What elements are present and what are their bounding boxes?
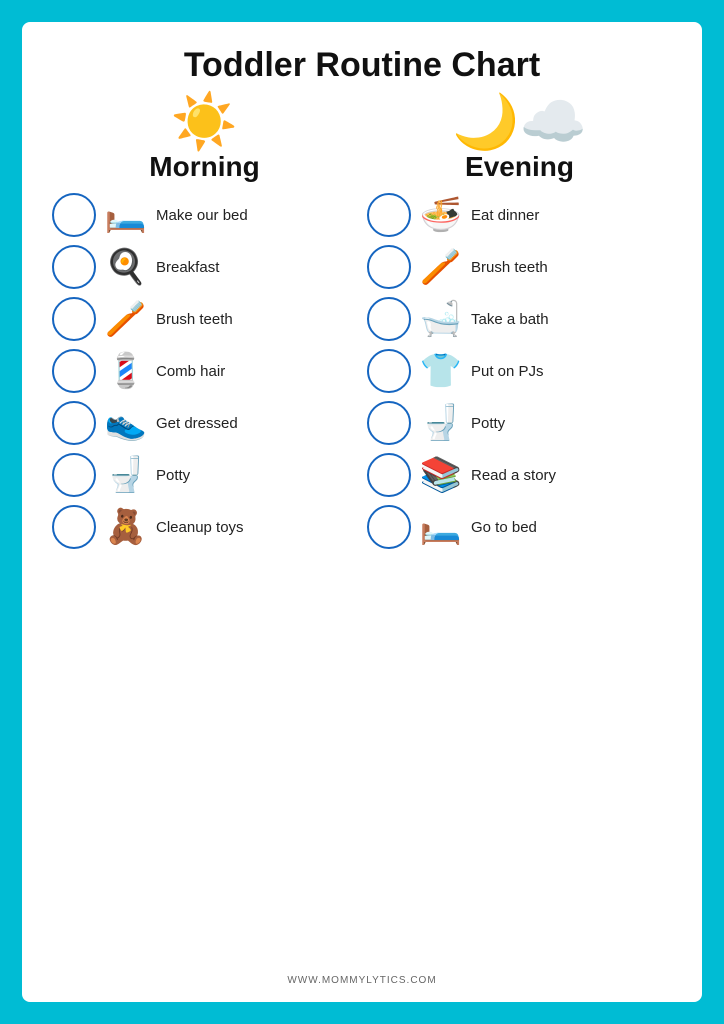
evening-task-icon-4: 🚽 bbox=[417, 403, 465, 443]
evening-task-label-1: Brush teeth bbox=[471, 259, 548, 276]
evening-task-icon-6: 🛏️ bbox=[417, 507, 465, 547]
evening-checkbox-2[interactable] bbox=[367, 297, 411, 341]
evening-task-icon-2: 🛁 bbox=[417, 299, 465, 339]
morning-checkbox-3[interactable] bbox=[52, 349, 96, 393]
page: Toddler Routine Chart ☀️ Morning 🛏️ Make… bbox=[22, 22, 702, 1002]
morning-column: ☀️ Morning 🛏️ Make our bed 🍳 Breakfast 🪥… bbox=[52, 95, 357, 971]
morning-task-label-4: Get dressed bbox=[156, 415, 238, 432]
evening-checkbox-6[interactable] bbox=[367, 505, 411, 549]
evening-checkbox-4[interactable] bbox=[367, 401, 411, 445]
evening-task-item: 📚 Read a story bbox=[367, 451, 672, 499]
evening-task-label-4: Potty bbox=[471, 415, 505, 432]
morning-checkbox-2[interactable] bbox=[52, 297, 96, 341]
evening-task-label-3: Put on PJs bbox=[471, 363, 544, 380]
morning-checkbox-4[interactable] bbox=[52, 401, 96, 445]
morning-task-item: 🧸 Cleanup toys bbox=[52, 503, 357, 551]
moon-icon: 🌙☁️ bbox=[452, 95, 586, 149]
evening-task-icon-3: 👕 bbox=[417, 351, 465, 391]
morning-checkbox-5[interactable] bbox=[52, 453, 96, 497]
morning-task-label-0: Make our bed bbox=[156, 207, 248, 224]
morning-task-label-2: Brush teeth bbox=[156, 311, 233, 328]
morning-task-item: 💈 Comb hair bbox=[52, 347, 357, 395]
morning-checkbox-1[interactable] bbox=[52, 245, 96, 289]
morning-task-list: 🛏️ Make our bed 🍳 Breakfast 🪥 Brush teet… bbox=[52, 191, 357, 551]
morning-task-label-3: Comb hair bbox=[156, 363, 225, 380]
morning-checkbox-0[interactable] bbox=[52, 193, 96, 237]
morning-task-item: 🛏️ Make our bed bbox=[52, 191, 357, 239]
columns: ☀️ Morning 🛏️ Make our bed 🍳 Breakfast 🪥… bbox=[52, 95, 672, 971]
morning-task-icon-2: 🪥 bbox=[102, 299, 150, 339]
evening-task-label-6: Go to bed bbox=[471, 519, 537, 536]
evening-checkbox-0[interactable] bbox=[367, 193, 411, 237]
evening-task-icon-1: 🪥 bbox=[417, 247, 465, 287]
morning-task-icon-3: 💈 bbox=[102, 351, 150, 391]
evening-task-item: 🍜 Eat dinner bbox=[367, 191, 672, 239]
footer: WWW.MOMMYLYTICS.COM bbox=[287, 975, 436, 986]
morning-task-label-5: Potty bbox=[156, 467, 190, 484]
morning-task-icon-4: 👟 bbox=[102, 403, 150, 443]
morning-task-icon-0: 🛏️ bbox=[102, 195, 150, 235]
evening-task-label-2: Take a bath bbox=[471, 311, 549, 328]
morning-task-label-6: Cleanup toys bbox=[156, 519, 244, 536]
morning-header: ☀️ Morning bbox=[149, 95, 259, 183]
evening-task-item: 🛁 Take a bath bbox=[367, 295, 672, 343]
sun-icon: ☀️ bbox=[171, 95, 238, 149]
evening-task-label-0: Eat dinner bbox=[471, 207, 539, 224]
morning-task-item: 🚽 Potty bbox=[52, 451, 357, 499]
evening-title: Evening bbox=[465, 151, 574, 183]
evening-task-item: 👕 Put on PJs bbox=[367, 347, 672, 395]
morning-task-icon-5: 🚽 bbox=[102, 455, 150, 495]
morning-task-item: 🪥 Brush teeth bbox=[52, 295, 357, 343]
morning-checkbox-6[interactable] bbox=[52, 505, 96, 549]
evening-column: 🌙☁️ Evening 🍜 Eat dinner 🪥 Brush teeth 🛁… bbox=[367, 95, 672, 971]
morning-task-label-1: Breakfast bbox=[156, 259, 219, 276]
evening-checkbox-3[interactable] bbox=[367, 349, 411, 393]
evening-checkbox-1[interactable] bbox=[367, 245, 411, 289]
evening-task-list: 🍜 Eat dinner 🪥 Brush teeth 🛁 Take a bath… bbox=[367, 191, 672, 551]
evening-header: 🌙☁️ Evening bbox=[452, 95, 586, 183]
evening-task-icon-0: 🍜 bbox=[417, 195, 465, 235]
evening-task-label-5: Read a story bbox=[471, 467, 556, 484]
morning-task-item: 👟 Get dressed bbox=[52, 399, 357, 447]
morning-task-icon-1: 🍳 bbox=[102, 247, 150, 287]
morning-task-item: 🍳 Breakfast bbox=[52, 243, 357, 291]
evening-task-item: 🚽 Potty bbox=[367, 399, 672, 447]
evening-task-item: 🪥 Brush teeth bbox=[367, 243, 672, 291]
evening-checkbox-5[interactable] bbox=[367, 453, 411, 497]
morning-title: Morning bbox=[149, 151, 259, 183]
morning-task-icon-6: 🧸 bbox=[102, 507, 150, 547]
evening-task-item: 🛏️ Go to bed bbox=[367, 503, 672, 551]
evening-task-icon-5: 📚 bbox=[417, 455, 465, 495]
page-title: Toddler Routine Chart bbox=[184, 46, 540, 85]
